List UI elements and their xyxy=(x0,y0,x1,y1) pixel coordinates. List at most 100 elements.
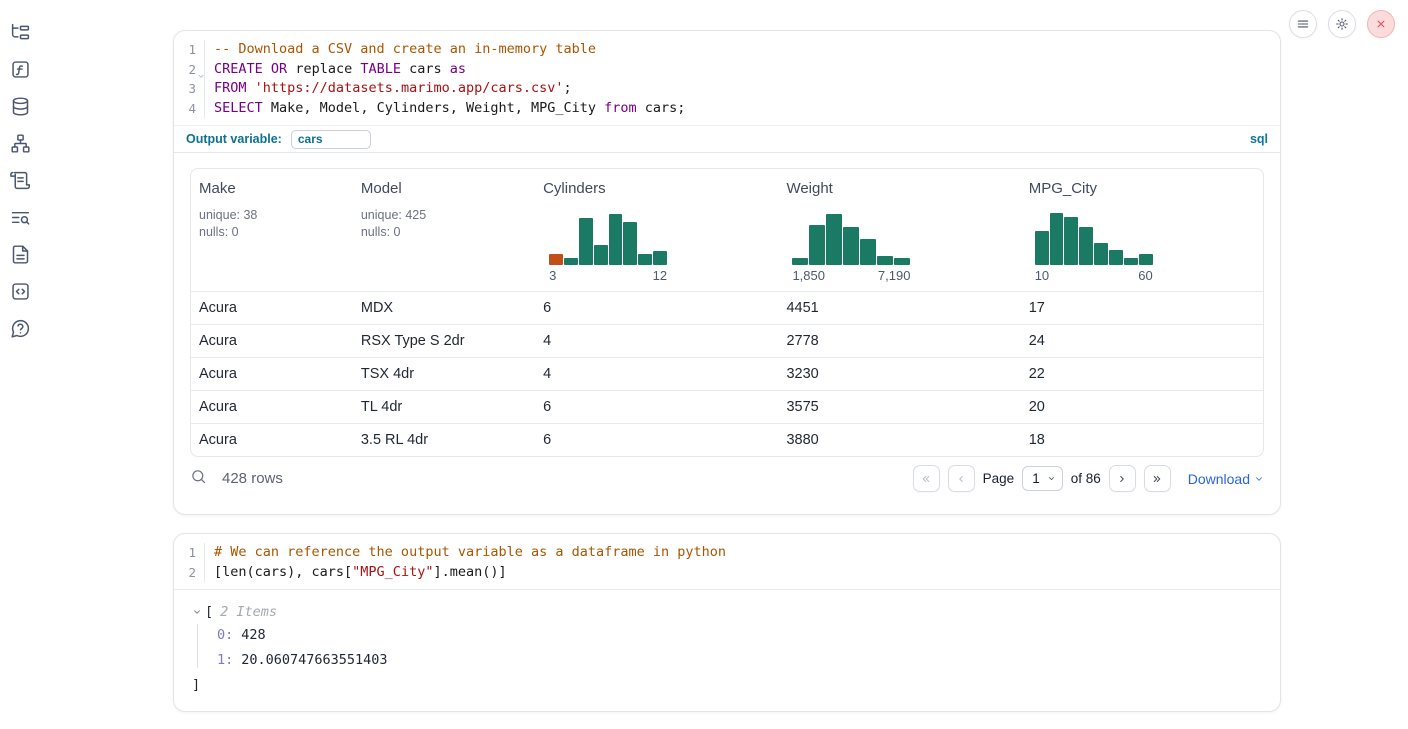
code-line[interactable]: 3FROM 'https://datasets.marimo.app/cars.… xyxy=(174,79,1280,99)
column-name: Cylinders xyxy=(543,180,770,197)
histogram-bar xyxy=(1064,217,1078,265)
sql-code-editor[interactable]: 1-- Download a CSV and create an in-memo… xyxy=(174,31,1280,125)
histogram-bar xyxy=(653,251,667,265)
output-variable-input[interactable] xyxy=(291,130,371,149)
table-cell: 22 xyxy=(1021,366,1263,382)
python-code-editor[interactable]: 1# We can reference the output variable … xyxy=(174,534,1280,590)
table-cell: 4451 xyxy=(778,300,1020,316)
scratchpad-icon[interactable] xyxy=(10,170,31,191)
close-button[interactable] xyxy=(1367,10,1395,38)
table-cell: Acura xyxy=(191,300,353,316)
page-label: Page xyxy=(983,471,1015,486)
column-header[interactable]: Modelunique: 425nulls: 0 xyxy=(353,169,535,291)
histogram-bar xyxy=(579,218,593,265)
page-select[interactable]: 1 xyxy=(1022,466,1063,491)
column-header[interactable]: Cylinders312 xyxy=(535,169,778,291)
table-cell: Acura xyxy=(191,432,353,448)
column-stats: unique: 38nulls: 0 xyxy=(199,207,345,241)
table-body: AcuraMDX6445117AcuraRSX Type S 2dr427782… xyxy=(191,291,1263,456)
histogram-bar xyxy=(894,258,910,265)
histogram-bar xyxy=(609,214,623,265)
histogram-bar xyxy=(792,258,808,265)
last-page-button[interactable] xyxy=(1144,465,1171,492)
line-number: 2 xyxy=(174,60,205,80)
datasources-icon[interactable] xyxy=(10,96,31,117)
code-line[interactable]: 1# We can reference the output variable … xyxy=(174,543,1280,563)
column-header[interactable]: Make unique: 38nulls: 0 xyxy=(191,169,353,291)
items-count-label: 2 Items xyxy=(220,604,277,620)
table-cell: 24 xyxy=(1021,333,1263,349)
output-variable-row: Output variable: sql xyxy=(174,125,1280,153)
column-header[interactable]: Weight 1,8507,190 xyxy=(778,169,1020,291)
column-name: Make xyxy=(199,180,345,197)
help-icon[interactable] xyxy=(10,318,31,339)
next-page-button[interactable] xyxy=(1109,465,1136,492)
table-row[interactable]: AcuraTL 4dr6357520 xyxy=(191,390,1263,423)
sql-cell: 1-- Download a CSV and create an in-memo… xyxy=(173,30,1281,515)
first-page-button[interactable] xyxy=(913,465,940,492)
line-number: 2 xyxy=(174,563,205,583)
settings-button[interactable] xyxy=(1328,10,1356,38)
code-text: SELECT Make, Model, Cylinders, Weight, M… xyxy=(205,99,685,119)
file-explorer-icon[interactable] xyxy=(10,22,31,43)
table-cell: 3575 xyxy=(778,399,1020,415)
code-line[interactable]: 2CREATE OR replace TABLE cars as xyxy=(174,60,1280,80)
histogram-bar xyxy=(564,258,578,265)
column-header[interactable]: MPG_City 10 60 xyxy=(1021,169,1263,291)
tree-entries: 0:4281:20.060747663551403 xyxy=(197,624,1262,668)
close-bracket: ] xyxy=(192,677,1262,693)
histogram-bar xyxy=(843,227,859,266)
table-cell: 3.5 RL 4dr xyxy=(353,432,535,448)
dependency-graph-icon[interactable] xyxy=(10,133,31,154)
table-cell: 4 xyxy=(535,366,778,382)
page-total-label: of 86 xyxy=(1071,471,1101,486)
code-line[interactable]: 4SELECT Make, Model, Cylinders, Weight, … xyxy=(174,99,1280,119)
documentation-icon[interactable] xyxy=(10,244,31,265)
code-line[interactable]: 1-- Download a CSV and create an in-memo… xyxy=(174,40,1280,60)
previous-page-button[interactable] xyxy=(948,465,975,492)
table-cell: Acura xyxy=(191,366,353,382)
table-row[interactable]: AcuraTSX 4dr4323022 xyxy=(191,357,1263,390)
search-icon[interactable] xyxy=(190,468,207,490)
logs-search-icon[interactable] xyxy=(10,207,31,228)
table-row[interactable]: AcuraRSX Type S 2dr4277824 xyxy=(191,324,1263,357)
histogram-max-label: 60 xyxy=(1138,268,1152,283)
row-count: 428 rows xyxy=(222,470,283,487)
histogram-min-label: 10 xyxy=(1035,268,1049,283)
gear-icon xyxy=(1335,17,1349,31)
language-badge[interactable]: sql xyxy=(1250,132,1268,146)
column-name: MPG_City xyxy=(1029,180,1255,197)
chevron-down-icon xyxy=(1047,474,1056,483)
table-cell: RSX Type S 2dr xyxy=(353,333,535,349)
table-cell: Acura xyxy=(191,333,353,349)
line-number: 1 xyxy=(174,543,205,563)
table-cell: MDX xyxy=(353,300,535,316)
entry-value: 428 xyxy=(241,627,265,643)
chevron-down-icon xyxy=(1254,474,1264,484)
result-tree: [ 2 Items 0:4281:20.060747663551403 ] xyxy=(174,590,1280,693)
table-cell: 17 xyxy=(1021,300,1263,316)
functions-icon[interactable] xyxy=(10,59,31,80)
histogram-bar xyxy=(826,214,842,265)
menu-button[interactable] xyxy=(1289,10,1317,38)
histogram-bar xyxy=(1109,250,1123,265)
output-variable-label: Output variable: xyxy=(186,132,282,146)
column-name: Weight xyxy=(786,180,1012,197)
collapse-chevron-icon[interactable] xyxy=(192,607,202,617)
download-button[interactable]: Download xyxy=(1188,471,1264,487)
code-line[interactable]: 2[len(cars), cars["MPG_City"].mean()] xyxy=(174,563,1280,583)
pagination: Page 1 of 86 Download xyxy=(913,465,1264,492)
column-histogram: 1,8507,190 xyxy=(792,210,910,283)
table-cell: TL 4dr xyxy=(353,399,535,415)
table-header: Make unique: 38nulls: 0Modelunique: 425nu… xyxy=(191,169,1263,291)
tree-root-row: [ 2 Items xyxy=(192,604,1262,620)
table-cell: 3880 xyxy=(778,432,1020,448)
tree-entry: 0:428 xyxy=(217,627,1262,643)
notebook-actions xyxy=(1289,10,1395,38)
table-row[interactable]: AcuraMDX6445117 xyxy=(191,291,1263,324)
histogram-bar xyxy=(549,254,563,265)
open-bracket: [ xyxy=(205,604,213,620)
table-row[interactable]: Acura3.5 RL 4dr6388018 xyxy=(191,423,1263,456)
snippets-icon[interactable] xyxy=(10,281,31,302)
histogram-bar xyxy=(860,239,876,265)
